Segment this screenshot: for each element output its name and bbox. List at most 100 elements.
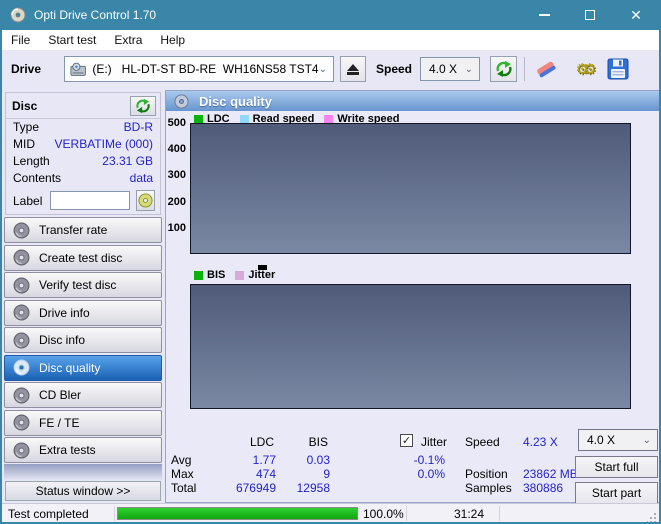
cd-icon bbox=[13, 277, 30, 293]
disc-info-panel: Disc Type BD-R MID VERBATIMe (000) Length 23.… bbox=[5, 92, 161, 215]
sidebar-item-create-test-disc[interactable]: Create test disc bbox=[4, 244, 162, 271]
avg-bis-value: 0.03 bbox=[306, 453, 330, 467]
sidebar-item-label: Transfer rate bbox=[39, 223, 108, 237]
sidebar-item-drive-info[interactable]: Drive info bbox=[4, 299, 162, 326]
checkmark-icon: ✓ bbox=[401, 435, 412, 447]
test-speed-select[interactable]: 4.0 X ⌄ bbox=[578, 429, 658, 451]
legend-item-jitter: Jitter bbox=[235, 269, 275, 281]
toolbar: Drive (E:) HL-DT-ST BD-RE WH16NS58 TST4 … bbox=[2, 50, 659, 88]
cd-icon bbox=[13, 442, 30, 458]
total-row-label: Total bbox=[171, 481, 197, 495]
sidebar-item-fe-te[interactable]: FE / TE bbox=[4, 409, 162, 436]
chevron-down-icon: ⌄ bbox=[464, 63, 473, 75]
sidebar-item-cd-bler[interactable]: CD Bler bbox=[4, 382, 162, 408]
sidebar-item-label: Verify test disc bbox=[39, 278, 117, 292]
refresh-icon bbox=[136, 98, 150, 114]
start-part-button[interactable]: Start part bbox=[575, 482, 658, 504]
sidebar-item-transfer-rate[interactable]: Transfer rate bbox=[4, 217, 162, 243]
panel-header: Disc quality bbox=[166, 91, 659, 111]
eject-button[interactable] bbox=[340, 56, 366, 82]
field-label: Type bbox=[13, 120, 40, 134]
menu-item-help[interactable]: Help bbox=[151, 30, 194, 50]
speed-stat-label: Speed bbox=[465, 435, 500, 449]
cd-icon bbox=[13, 304, 30, 321]
window-title: Opti Drive Control 1.70 bbox=[34, 8, 157, 22]
disc-quality-panel: Disc quality LDC Read speed Write speed 50… bbox=[165, 90, 659, 504]
drive-label: Drive bbox=[11, 62, 42, 76]
drive-select[interactable]: (E:) HL-DT-ST BD-RE WH16NS58 TST4 ⌄ bbox=[64, 56, 334, 82]
progress-percent: 100.0% bbox=[363, 507, 404, 521]
field-value[interactable]: data bbox=[130, 171, 153, 186]
menu-item-extra[interactable]: Extra bbox=[105, 30, 151, 50]
avg-jitter-value: -0.1% bbox=[413, 453, 445, 467]
axis-tick-label: 200 bbox=[167, 195, 186, 208]
save-button[interactable] bbox=[604, 56, 632, 82]
chart1-plot bbox=[190, 123, 631, 254]
minimize-button[interactable] bbox=[521, 0, 567, 30]
bis-column-header: BIS bbox=[308, 435, 328, 449]
ldc-column-header: LDC bbox=[249, 435, 274, 449]
chart2-y-axis-right bbox=[633, 284, 659, 409]
total-bis-value: 12958 bbox=[296, 481, 330, 495]
chart2-y-axis-left bbox=[166, 284, 188, 409]
close-button[interactable]: ✕ bbox=[613, 0, 659, 30]
test-speed-value: 4.0 X bbox=[587, 433, 616, 447]
position-stat-label: Position bbox=[465, 467, 508, 481]
sidebar-item-disc-info[interactable]: Disc info bbox=[4, 327, 162, 353]
jitter-label: Jitter bbox=[421, 435, 448, 449]
chart2-x-axis bbox=[190, 410, 655, 422]
disc-label-button[interactable] bbox=[136, 190, 155, 211]
chart2-plot bbox=[190, 284, 631, 409]
field-value: BD-R bbox=[123, 120, 153, 134]
refresh-disc-button[interactable] bbox=[130, 96, 156, 116]
field-label: Length bbox=[13, 154, 50, 168]
menu-bar: File Start test Extra Help bbox=[2, 30, 659, 50]
jitter-checkbox[interactable]: ✓ bbox=[400, 434, 413, 447]
sidebar-item-extra-tests[interactable]: Extra tests bbox=[4, 437, 162, 463]
axis-tick-label: 100 bbox=[167, 221, 186, 234]
chart1-y-axis-right bbox=[633, 123, 659, 254]
start-full-button[interactable]: Start full bbox=[575, 456, 658, 478]
erase-disc-button[interactable] bbox=[532, 57, 560, 81]
maximize-button[interactable] bbox=[567, 0, 613, 30]
speed-select[interactable]: 4.0 X ⌄ bbox=[420, 57, 480, 81]
axis-tick-label: 300 bbox=[167, 169, 186, 182]
label-field-caption: Label bbox=[13, 193, 43, 208]
settings-button[interactable]: ⚙⚙ bbox=[568, 57, 598, 81]
legend-swatch-icon bbox=[235, 270, 245, 280]
label-input[interactable] bbox=[50, 191, 131, 210]
max-row-label: Max bbox=[171, 467, 194, 481]
legend-item-bis: BIS bbox=[194, 269, 225, 281]
cd-icon bbox=[13, 359, 30, 376]
chevron-down-icon: ⌄ bbox=[642, 434, 651, 446]
cd-icon bbox=[174, 93, 189, 109]
sidebar-filler bbox=[4, 464, 162, 481]
sidebar-item-label: Disc info bbox=[39, 333, 86, 347]
cd-icon bbox=[13, 332, 30, 348]
app-cd-icon bbox=[10, 7, 26, 23]
status-text: Test completed bbox=[8, 507, 89, 521]
disc-field-mid: MID VERBATIMe (000) bbox=[6, 136, 160, 153]
resize-grip[interactable] bbox=[647, 512, 657, 522]
status-window-label: Status window >> bbox=[35, 484, 131, 498]
drive-value: (E:) HL-DT-ST BD-RE WH16NS58 TST4 bbox=[92, 62, 319, 76]
sidebar-item-verify-test-disc[interactable]: Verify test disc bbox=[4, 272, 162, 298]
menu-item-file[interactable]: File bbox=[2, 30, 39, 50]
axis-tick-label: 500 bbox=[167, 117, 186, 129]
field-label: Contents bbox=[13, 171, 62, 185]
refresh-speed-button[interactable] bbox=[490, 56, 517, 82]
save-icon bbox=[607, 58, 629, 80]
minimize-icon bbox=[538, 14, 550, 16]
sidebar-item-label: CD Bler bbox=[39, 388, 82, 402]
samples-stat-value: 380886 bbox=[523, 481, 564, 495]
sidebar-item-disc-quality[interactable]: Disc quality bbox=[4, 354, 162, 381]
status-window-button[interactable]: Status window >> bbox=[5, 481, 161, 501]
chart1-y-axis-left: 500 400 300 200 100 bbox=[166, 117, 188, 254]
avg-row-label: Avg bbox=[171, 453, 192, 467]
start-part-label: Start part bbox=[591, 486, 642, 500]
menu-item-start-test[interactable]: Start test bbox=[39, 30, 105, 50]
drive-icon bbox=[70, 62, 86, 76]
legend-label: BIS bbox=[207, 269, 226, 281]
chevron-down-icon: ⌄ bbox=[318, 63, 327, 75]
cd-icon bbox=[13, 222, 30, 238]
